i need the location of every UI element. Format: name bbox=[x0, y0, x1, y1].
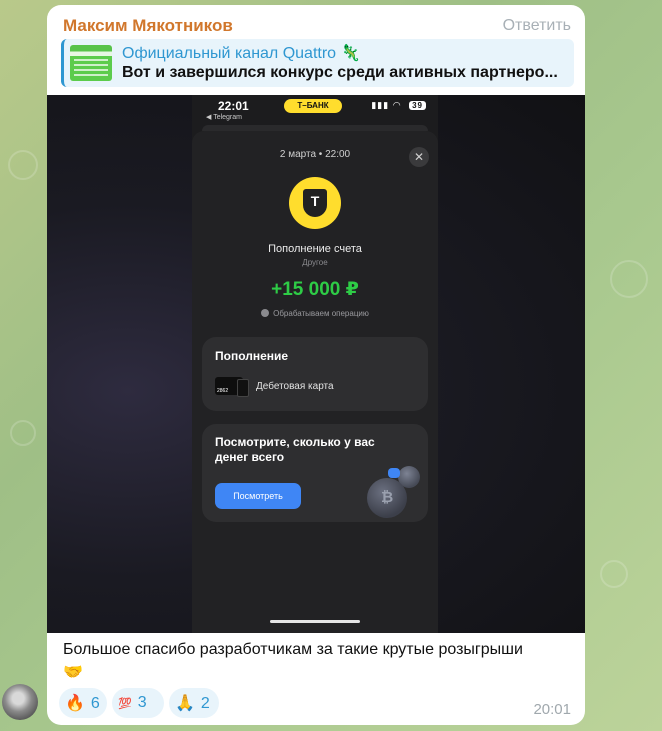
wallpaper-doodle bbox=[10, 420, 36, 446]
reaction-count: 3 bbox=[137, 694, 147, 711]
fire-icon: 🔥 bbox=[65, 693, 85, 712]
phone-time: 22:01 bbox=[218, 99, 249, 113]
reply-button[interactable]: Ответить bbox=[503, 17, 571, 35]
quote-text: Вот и завершился конкурс среди активных … bbox=[122, 64, 558, 81]
wifi-icon: ◠ bbox=[392, 100, 402, 110]
quoted-post[interactable]: Официальный канал Quattro 🦎 Вот и заверш… bbox=[61, 39, 574, 87]
home-indicator bbox=[270, 620, 360, 623]
card-type: Дебетовая карта bbox=[256, 381, 334, 392]
phone-status-bar: 22:01 ◀ Telegram T–БАНК ▮▮▮ ◠ 39 bbox=[192, 95, 438, 123]
hundred-icon: 💯 bbox=[118, 697, 132, 710]
operation-status: Обрабатываем операцию bbox=[192, 309, 438, 318]
coin-symbol: ₿ bbox=[381, 489, 394, 506]
operation-date: 2 марта • 22:00 bbox=[279, 149, 351, 160]
payment-section-title: Пополнение bbox=[215, 349, 289, 363]
promo-title: Посмотрите, сколько у вас денег всего bbox=[215, 435, 375, 464]
bank-pill: T–БАНК bbox=[284, 99, 342, 113]
phone-screenshot: 22:01 ◀ Telegram T–БАНК ▮▮▮ ◠ 39 2 марта… bbox=[192, 95, 438, 633]
reaction-fire[interactable]: 🔥 6 bbox=[59, 688, 107, 718]
phone-back-label: ◀ Telegram bbox=[206, 114, 242, 121]
avatar[interactable] bbox=[2, 684, 38, 720]
operation-sheet: 2 марта • 22:00 ✕ T Пополнение счета Дру… bbox=[192, 131, 438, 633]
battery-icon: 39 bbox=[409, 101, 426, 110]
bank-logo-shield: T bbox=[303, 189, 327, 217]
bank-logo: T bbox=[289, 177, 341, 229]
reaction-count: 6 bbox=[90, 695, 100, 712]
wallpaper-doodle bbox=[600, 560, 628, 588]
message-bubble: Максим Мякотников Ответить Официальный к… bbox=[47, 5, 585, 725]
wallpaper-doodle bbox=[8, 150, 38, 180]
card-number: 2862 bbox=[217, 388, 229, 394]
coin-icon: ₿ bbox=[367, 478, 407, 518]
promo-view-button: Посмотреть bbox=[215, 483, 301, 509]
handshake-icon: 🤝 bbox=[63, 662, 83, 681]
payment-card-section: Пополнение 2862 Дебетовая карта bbox=[202, 337, 428, 411]
reaction-count: 2 bbox=[200, 695, 210, 712]
operation-title: Пополнение счета bbox=[268, 243, 362, 255]
operation-status-text: Обрабатываем операцию bbox=[273, 309, 369, 318]
close-icon: ✕ bbox=[409, 147, 429, 167]
message-caption: Большое спасибо разработчикам за такие к… bbox=[63, 639, 569, 684]
quote-channel-title: Официальный канал Quattro 🦎 bbox=[122, 45, 361, 62]
pray-icon: 🙏 bbox=[175, 693, 195, 712]
operation-amount: +15 000 ₽ bbox=[271, 279, 359, 300]
bank-logo-letter: T bbox=[310, 193, 320, 209]
quote-thumbnail bbox=[70, 45, 112, 81]
media-image[interactable]: 22:01 ◀ Telegram T–БАНК ▮▮▮ ◠ 39 2 марта… bbox=[47, 95, 585, 633]
sender-name[interactable]: Максим Мякотников bbox=[63, 16, 233, 36]
caption-text: Большое спасибо разработчикам за такие к… bbox=[63, 641, 523, 658]
operation-subtitle: Другое bbox=[302, 258, 328, 267]
wallpaper-doodle bbox=[610, 260, 648, 298]
clock-icon bbox=[261, 309, 270, 317]
signal-icon: ▮▮▮ bbox=[371, 100, 390, 110]
transfer-arrow-icon bbox=[388, 468, 400, 478]
promo-card: Посмотрите, сколько у вас денег всего По… bbox=[202, 424, 428, 522]
phone-status-icons: ▮▮▮ ◠ 39 bbox=[371, 100, 426, 111]
message-time: 20:01 bbox=[533, 701, 571, 718]
reaction-pray[interactable]: 🙏 2 bbox=[169, 688, 219, 718]
card-icon-back bbox=[237, 379, 249, 397]
reaction-hundred[interactable]: 💯 3 bbox=[112, 688, 164, 718]
